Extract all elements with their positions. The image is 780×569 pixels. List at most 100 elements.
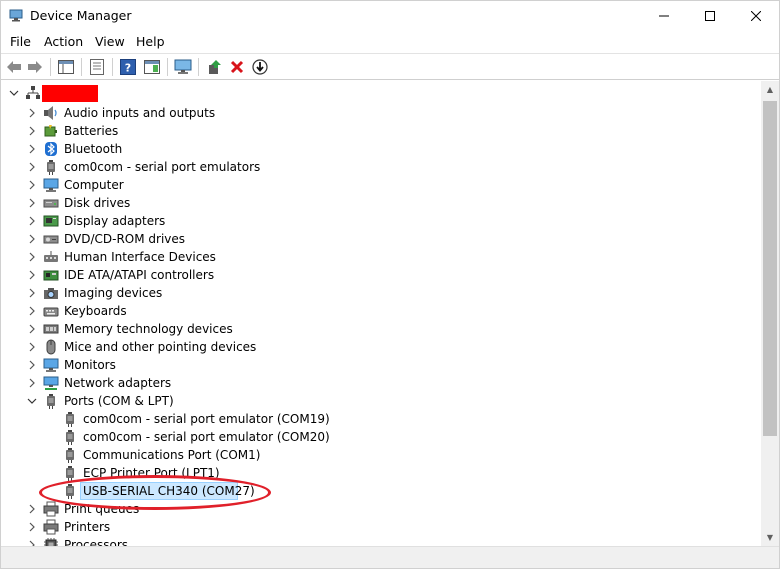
tree-item-label: Mice and other pointing devices bbox=[64, 340, 257, 354]
chevron-right-icon[interactable] bbox=[27, 234, 37, 244]
tree-item-dvd-cd-rom-drives[interactable]: DVD/CD-ROM drives bbox=[1, 230, 741, 248]
menu-file[interactable]: File bbox=[10, 34, 31, 49]
close-icon bbox=[751, 11, 761, 21]
tree-item-keyboards[interactable]: Keyboards bbox=[1, 302, 741, 320]
maximize-button[interactable] bbox=[687, 1, 733, 31]
chevron-right-icon[interactable] bbox=[27, 504, 37, 514]
svg-text:?: ? bbox=[125, 62, 131, 75]
tree-item-label: Bluetooth bbox=[64, 142, 123, 156]
enable-device-button[interactable] bbox=[250, 57, 270, 77]
tree-item-batteries[interactable]: Batteries bbox=[1, 122, 741, 140]
chevron-right-icon[interactable] bbox=[27, 360, 37, 370]
port-icon bbox=[66, 448, 74, 463]
tree-item-label: Memory technology devices bbox=[64, 322, 233, 336]
network-icon bbox=[43, 376, 59, 390]
tree-item-memory-technology-devices[interactable]: Memory technology devices bbox=[1, 320, 741, 338]
tree-item-label: com0com - serial port emulators bbox=[64, 160, 261, 174]
scroll-up-arrow-icon[interactable]: ▲ bbox=[761, 81, 779, 98]
vertical-scrollbar[interactable]: ▲ ▼ bbox=[761, 81, 779, 546]
printer-icon bbox=[43, 519, 59, 535]
tree-item-bluetooth[interactable]: Bluetooth bbox=[1, 140, 741, 158]
chevron-right-icon[interactable] bbox=[27, 342, 37, 352]
minimize-button[interactable] bbox=[641, 1, 687, 31]
tree-item-network-adapters[interactable]: Network adapters bbox=[1, 374, 741, 392]
chevron-right-icon[interactable] bbox=[27, 288, 37, 298]
chevron-down-icon[interactable] bbox=[27, 396, 37, 406]
scroll-down-arrow-icon[interactable]: ▼ bbox=[761, 529, 779, 546]
tree-item-processors[interactable]: Processors bbox=[1, 536, 741, 546]
close-button[interactable] bbox=[733, 1, 779, 31]
chevron-right-icon[interactable] bbox=[27, 108, 37, 118]
back-button[interactable] bbox=[4, 57, 24, 77]
update-driver-button[interactable] bbox=[204, 57, 224, 77]
uninstall-device-button[interactable] bbox=[227, 57, 247, 77]
tree-item-label: Imaging devices bbox=[64, 286, 163, 300]
menu-action[interactable]: Action bbox=[44, 34, 83, 49]
toolbar-separator bbox=[50, 58, 51, 76]
tree-item-label: Ports (COM & LPT) bbox=[64, 394, 174, 408]
tree-item-human-interface-devices[interactable]: Human Interface Devices bbox=[1, 248, 741, 266]
help-button[interactable]: ? bbox=[118, 57, 138, 77]
tree-item-display-adapters[interactable]: Display adapters bbox=[1, 212, 741, 230]
tree-item-mice-and-other-pointing-devices[interactable]: Mice and other pointing devices bbox=[1, 338, 741, 356]
tree-item-com0com-serial-port-emulator-com20[interactable]: com0com - serial port emulator (COM20) bbox=[1, 428, 741, 446]
tree-item-imaging-devices[interactable]: Imaging devices bbox=[1, 284, 741, 302]
tree-item-label: Network adapters bbox=[64, 376, 172, 390]
chevron-right-icon[interactable] bbox=[27, 126, 37, 136]
tree-item-com0com-serial-port-emulators[interactable]: com0com - serial port emulators bbox=[1, 158, 741, 176]
tree-item-computer[interactable]: Computer bbox=[1, 176, 741, 194]
tree-item-communications-port-com1[interactable]: Communications Port (COM1) bbox=[1, 446, 741, 464]
chevron-right-icon[interactable] bbox=[27, 378, 37, 388]
tree-item-com0com-serial-port-emulator-com19[interactable]: com0com - serial port emulator (COM19) bbox=[1, 410, 741, 428]
chevron-right-icon[interactable] bbox=[27, 162, 37, 172]
update-driver-icon bbox=[209, 60, 221, 74]
camera-icon bbox=[44, 288, 58, 299]
console-tree-icon bbox=[58, 60, 74, 74]
menu-view[interactable]: View bbox=[95, 34, 125, 49]
toolbar: ? bbox=[1, 54, 779, 80]
chevron-right-icon[interactable] bbox=[27, 144, 37, 154]
tree-item-label: Keyboards bbox=[64, 304, 127, 318]
chevron-right-icon[interactable] bbox=[27, 252, 37, 262]
tree-item-audio-inputs-and-outputs[interactable]: Audio inputs and outputs bbox=[1, 104, 741, 122]
properties-button[interactable] bbox=[87, 57, 107, 77]
chevron-right-icon[interactable] bbox=[27, 198, 37, 208]
window-title: Device Manager bbox=[30, 8, 132, 23]
toolbar-separator bbox=[112, 58, 113, 76]
horizontal-scrollbar[interactable] bbox=[1, 546, 779, 568]
chevron-right-icon[interactable] bbox=[27, 270, 37, 280]
forward-button[interactable] bbox=[25, 57, 45, 77]
tree-item-label: Batteries bbox=[64, 124, 119, 138]
scan-hardware-button[interactable] bbox=[173, 57, 193, 77]
action-pane-button[interactable] bbox=[142, 57, 162, 77]
port-icon bbox=[47, 394, 55, 409]
scrollbar-thumb[interactable] bbox=[763, 101, 777, 436]
memory-icon bbox=[43, 324, 59, 334]
title-bar: Device Manager bbox=[1, 1, 779, 31]
chevron-right-icon[interactable] bbox=[27, 324, 37, 334]
tree-item-label: Human Interface Devices bbox=[64, 250, 216, 264]
tree-item-printers[interactable]: Printers bbox=[1, 518, 741, 536]
show-hide-console-tree-button[interactable] bbox=[56, 57, 76, 77]
minimize-icon bbox=[659, 15, 669, 17]
tree-item-disk-drives[interactable]: Disk drives bbox=[1, 194, 741, 212]
menu-help[interactable]: Help bbox=[136, 34, 165, 49]
device-manager-app-icon bbox=[9, 9, 23, 22]
hid-icon bbox=[44, 251, 58, 262]
toolbar-separator bbox=[81, 58, 82, 76]
device-manager-window: Device Manager File Action View Help ? A… bbox=[0, 0, 780, 569]
chevron-down-icon[interactable] bbox=[9, 88, 19, 98]
chevron-right-icon[interactable] bbox=[27, 216, 37, 226]
tree-item-ports-com-lpt[interactable]: Ports (COM & LPT) bbox=[1, 392, 741, 410]
tree-item-monitors[interactable]: Monitors bbox=[1, 356, 741, 374]
tree-item-ide-ata-atapi-controllers[interactable]: IDE ATA/ATAPI controllers bbox=[1, 266, 741, 284]
tree-item-label: Monitors bbox=[64, 358, 116, 372]
chevron-right-icon[interactable] bbox=[27, 306, 37, 316]
tree-item-label: Computer bbox=[64, 178, 124, 192]
processor-icon bbox=[44, 538, 58, 546]
chevron-right-icon[interactable] bbox=[27, 180, 37, 190]
monitor-scan-icon bbox=[174, 59, 192, 74]
red-annotation-ellipse bbox=[39, 475, 271, 510]
chevron-right-icon[interactable] bbox=[27, 522, 37, 532]
tree-item-label: Processors bbox=[64, 538, 129, 546]
